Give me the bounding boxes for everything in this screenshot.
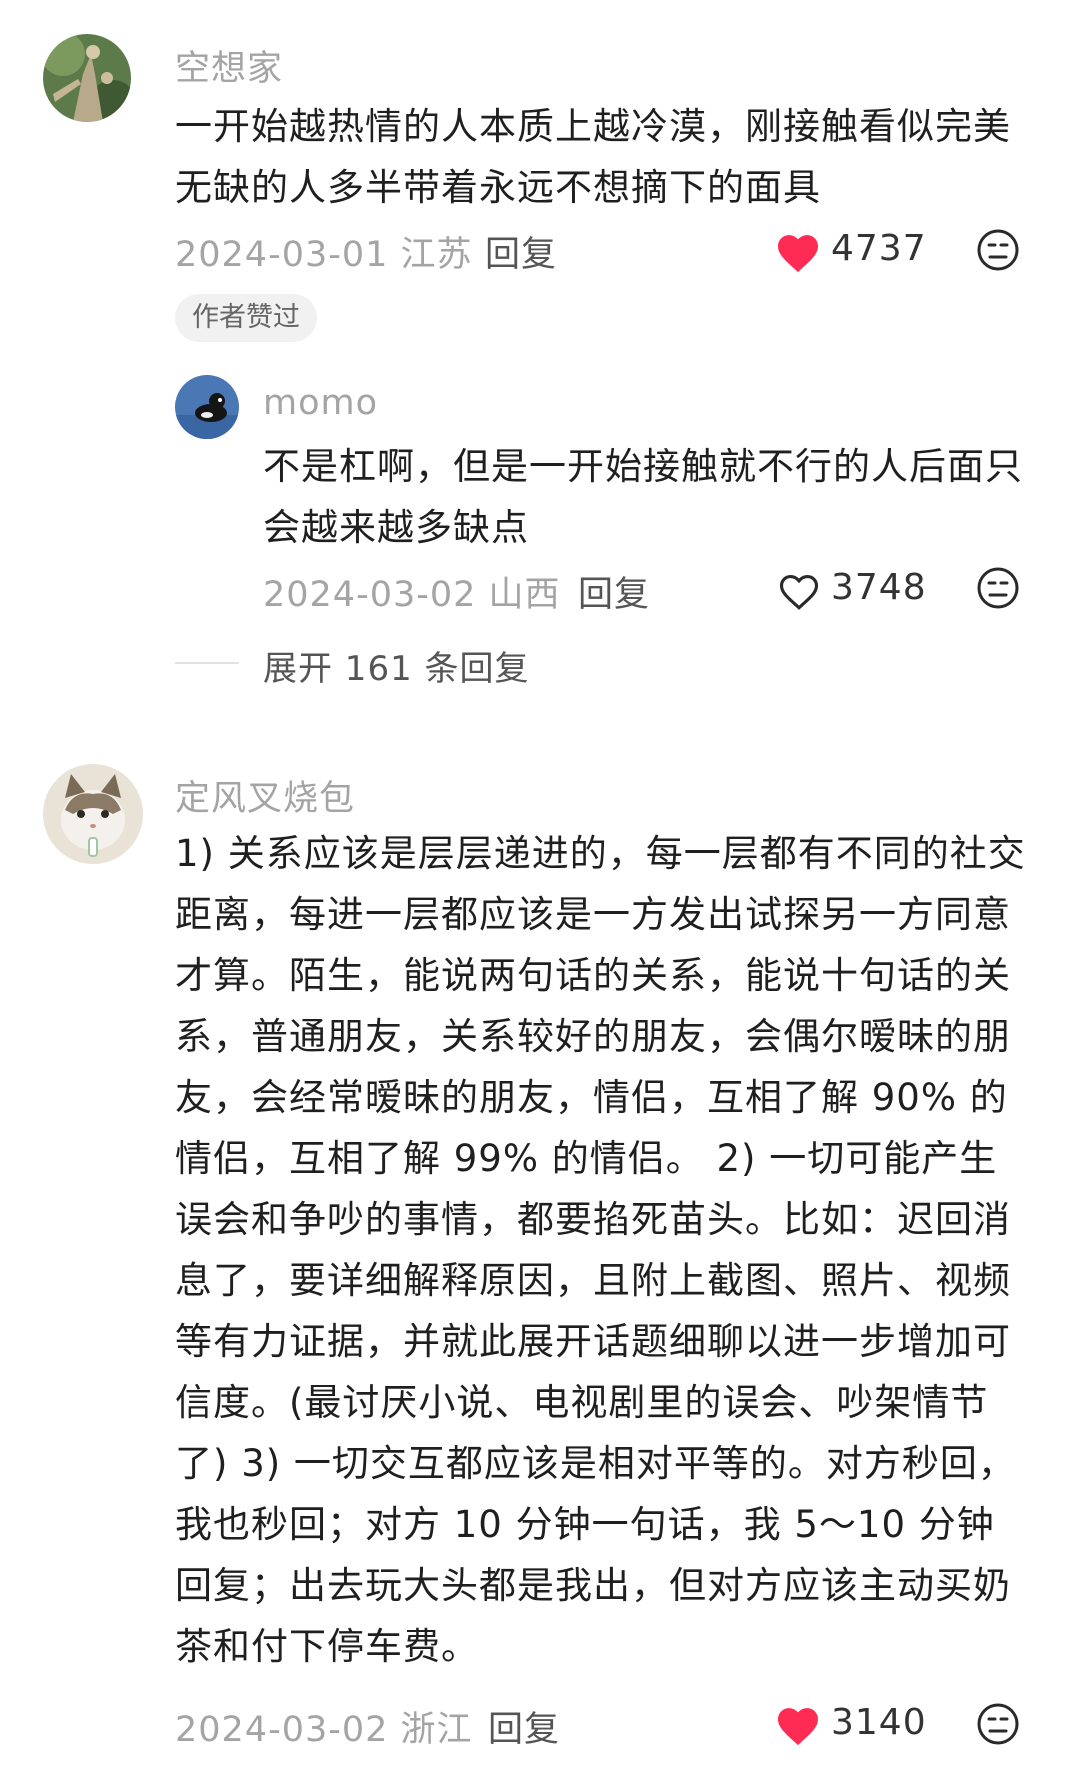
avatar[interactable]	[43, 764, 143, 864]
reply-text: 不是杠啊，但是一开始接触就不行的人后面只会越来越多缺点	[263, 445, 1023, 549]
heart-filled-icon[interactable]	[776, 233, 820, 277]
reply-date-location: 2024-03-02 山西	[263, 575, 561, 615]
like-count: 3748	[831, 567, 927, 608]
reply-button[interactable]: 回复	[488, 1701, 560, 1752]
comment-date-location: 2024-03-01 江苏	[175, 235, 473, 275]
comment-username[interactable]: 空想家	[175, 40, 283, 91]
avatar[interactable]	[43, 34, 131, 122]
dislike-face-icon[interactable]	[976, 566, 1020, 614]
dislike-face-icon[interactable]	[976, 1702, 1020, 1750]
comment-username[interactable]: 定风叉烧包	[175, 770, 355, 821]
reply-button[interactable]: 回复	[485, 226, 557, 277]
comment-date-location: 2024-03-02 浙江	[175, 1710, 473, 1750]
dislike-face-icon[interactable]	[976, 228, 1020, 276]
expand-replies-button[interactable]: 展开 161 条回复	[263, 641, 530, 690]
heart-filled-icon[interactable]	[776, 1706, 820, 1750]
like-count: 3140	[831, 1702, 927, 1743]
reply-button[interactable]: 回复	[578, 566, 650, 617]
author-liked-badge: 作者赞过	[175, 294, 317, 342]
comment-text: 一开始越热情的人本质上越冷漠，刚接触看似完美无缺的人多半带着永远不想摘下的面具	[175, 105, 1011, 209]
like-count: 4737	[831, 228, 927, 269]
comment-text: 1) 关系应该是层层递进的，每一层都有不同的社交距离，每进一层都应该是一方发出试…	[175, 832, 1026, 1668]
expand-divider	[175, 662, 239, 664]
heart-outline-icon[interactable]	[778, 572, 820, 616]
reply-username[interactable]: momo	[263, 383, 378, 423]
avatar[interactable]	[175, 375, 239, 439]
